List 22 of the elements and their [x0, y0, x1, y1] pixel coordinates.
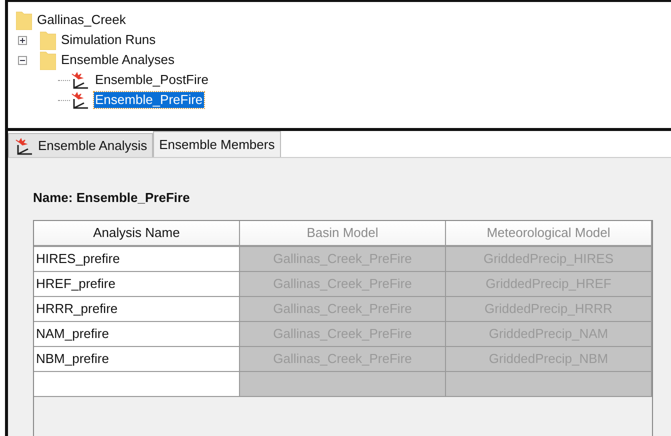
- collapse-toggle[interactable]: [18, 56, 27, 64]
- table-cell: NBM_prefire: [34, 346, 240, 372]
- tree-item[interactable]: Ensemble_PreFire: [94, 92, 204, 108]
- tree-item[interactable]: Simulation Runs: [60, 32, 157, 48]
- table-cell: HREF_prefire: [34, 272, 240, 296]
- folder-icon: [40, 50, 56, 70]
- expand-toggle[interactable]: [18, 36, 27, 44]
- table-cell: HRRR_prefire: [34, 296, 240, 322]
- table-cell: HIRES_prefire: [34, 246, 240, 272]
- tab[interactable]: Ensemble Analysis: [8, 133, 154, 157]
- column-header[interactable]: Analysis Name: [34, 220, 240, 246]
- tree-item[interactable]: Ensemble_PostFire: [94, 72, 210, 88]
- tree-item[interactable]: Gallinas_Creek: [36, 12, 127, 28]
- folder-icon: [40, 30, 56, 50]
- chart-icon: [70, 91, 90, 109]
- folder-icon: [16, 10, 32, 30]
- plus-icon: [19, 36, 26, 44]
- tree-item[interactable]: Ensemble Analyses: [60, 52, 176, 68]
- name-label: Name: Ensemble_PreFire: [33, 189, 191, 207]
- chart-icon: [70, 71, 90, 89]
- tab[interactable]: Ensemble Members: [153, 131, 281, 157]
- table-cell: NAM_prefire: [34, 322, 240, 346]
